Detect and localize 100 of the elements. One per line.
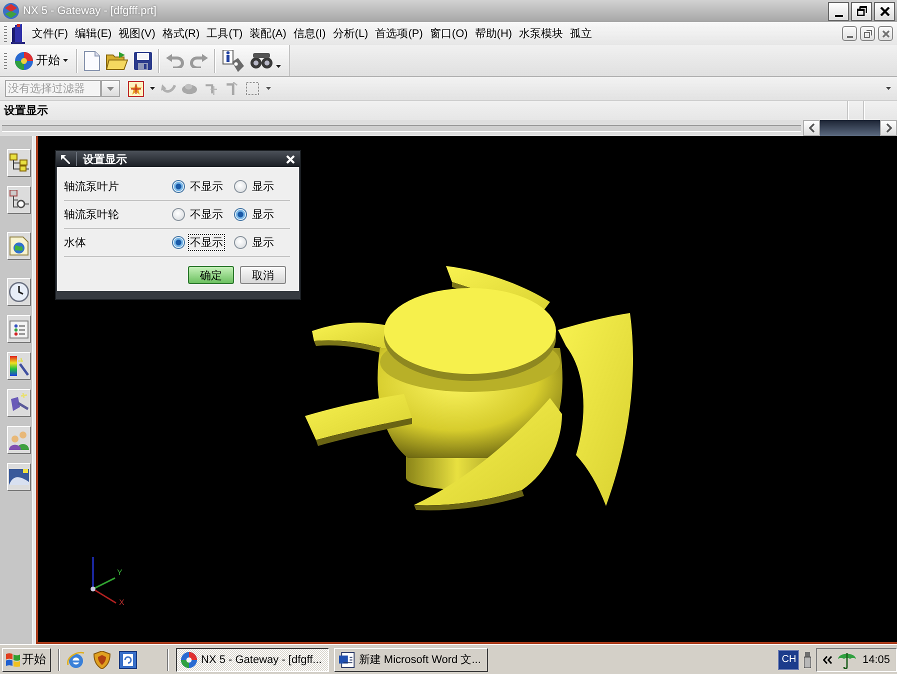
menu-item[interactable]: 首选项(P) (372, 24, 426, 43)
radio-button[interactable] (234, 208, 247, 221)
caret-icon (63, 59, 68, 62)
close-icon (882, 30, 890, 38)
menu-item[interactable]: 水泵模块 (516, 24, 566, 43)
close-button[interactable] (284, 152, 297, 166)
radio-button[interactable] (234, 236, 247, 249)
flag-icon (6, 652, 20, 666)
scroll-right-button[interactable] (880, 120, 897, 136)
menu-item[interactable]: 孤立 (567, 24, 596, 43)
taskbar-button[interactable]: NX 5 - Gateway - [dfgff... (176, 648, 329, 672)
resource-tab[interactable] (7, 352, 31, 380)
radio-button[interactable] (172, 236, 185, 249)
radio-button[interactable] (172, 180, 185, 193)
restore-icon (856, 6, 866, 16)
taskbar-button[interactable]: 新建 Microsoft Word 文... (334, 648, 488, 672)
option-label: 水体 (64, 236, 87, 250)
restore-button[interactable] (851, 2, 872, 20)
resource-tab[interactable] (7, 278, 31, 306)
radio-label[interactable]: 显示 (250, 178, 276, 195)
radio-button[interactable] (234, 180, 247, 193)
logo-icon (3, 3, 19, 19)
axis-label: Y (117, 568, 122, 577)
grip-handle[interactable] (4, 52, 7, 68)
device-icon[interactable] (804, 652, 812, 668)
resource-tab[interactable] (7, 149, 31, 177)
radio-label[interactable]: 不显示 (188, 206, 225, 223)
menu-item[interactable]: 视图(V) (116, 24, 158, 43)
caret-icon[interactable] (886, 87, 891, 90)
info-icon[interactable] (222, 50, 244, 72)
minimize-icon (834, 14, 842, 16)
document-globe-icon (9, 236, 29, 256)
option-label: 轴流泵叶片 (64, 180, 120, 194)
document-icon (338, 652, 355, 668)
minimize-icon (846, 36, 852, 38)
grip-handle[interactable] (4, 26, 7, 42)
window-icon[interactable] (119, 650, 137, 668)
caret-icon[interactable] (266, 87, 271, 90)
caret-icon[interactable] (150, 87, 155, 90)
tree-gear-icon (9, 190, 29, 210)
browser-icon[interactable] (67, 650, 85, 668)
resource-tab[interactable] (7, 389, 31, 417)
star-icon[interactable] (128, 80, 144, 96)
menu-item[interactable]: 窗口(O) (426, 24, 471, 43)
menu-item[interactable]: 装配(A) (246, 24, 290, 43)
menu-item[interactable]: 帮助(H) (472, 24, 516, 43)
minimize-button[interactable] (828, 2, 849, 20)
radio-label[interactable]: 不显示 (188, 234, 225, 251)
umbrella-icon[interactable] (838, 650, 856, 668)
dialog-button[interactable]: 取消 (240, 266, 286, 284)
close-icon (286, 154, 295, 164)
language-indicator[interactable]: CH (778, 650, 800, 670)
option-label: 轴流泵叶轮 (64, 208, 120, 222)
scroll-left-button[interactable] (803, 120, 820, 136)
start-button[interactable]: 开始 (13, 48, 70, 72)
menu-item[interactable]: 文件(F) (29, 24, 72, 43)
caret-icon[interactable] (276, 65, 281, 68)
logo-icon (11, 24, 25, 44)
close-icon (880, 6, 890, 16)
status-panel (820, 120, 880, 136)
radio-label[interactable]: 显示 (250, 206, 276, 223)
clock-text: 14:05 (862, 654, 890, 666)
menu-item[interactable]: 编辑(E) (72, 24, 115, 43)
double-chevron-icon[interactable] (823, 656, 832, 664)
resource-tab[interactable] (7, 315, 31, 343)
sphere-icon (181, 652, 197, 668)
resource-tab[interactable] (7, 186, 31, 214)
landscape-icon (9, 467, 29, 487)
close-button[interactable] (874, 2, 895, 20)
menu-item[interactable]: 信息(I) (290, 24, 329, 43)
start-button[interactable]: 开始 (2, 648, 51, 672)
menu-item[interactable]: 格式(R) (159, 24, 203, 43)
resource-tab[interactable] (7, 426, 31, 454)
new-document-icon[interactable] (84, 50, 100, 70)
dashed-rectangle-icon[interactable] (245, 82, 260, 95)
menu-item[interactable]: 分析(L) (330, 24, 372, 43)
window-title: NX 5 - Gateway - [dfgfff.prt] (23, 5, 158, 17)
dialog-button[interactable]: 确定 (188, 266, 234, 284)
color-gradient-icon (9, 356, 29, 376)
shield-icon[interactable] (93, 650, 111, 668)
folder-icon[interactable] (106, 52, 128, 70)
resource-tab[interactable] (7, 232, 31, 260)
checklist-icon (9, 319, 29, 339)
clock-icon (9, 282, 29, 302)
radio-label[interactable]: 显示 (250, 234, 276, 251)
chevron-right-icon (886, 123, 892, 133)
dropdown-arrow-button[interactable] (101, 80, 120, 97)
redo-icon[interactable] (190, 54, 208, 68)
resource-tab[interactable] (7, 463, 31, 491)
binoculars-icon[interactable] (250, 52, 274, 68)
radio-button[interactable] (172, 208, 185, 221)
undo-icon[interactable] (166, 54, 184, 68)
chevron-left-icon (808, 123, 814, 133)
dialog-title: 设置显示 (83, 152, 128, 166)
sphere-icon (15, 52, 33, 70)
people-icon (9, 430, 29, 450)
pin-icon[interactable] (61, 154, 70, 164)
tools-icon (9, 393, 29, 413)
menu-item[interactable]: 工具(T) (204, 24, 246, 43)
radio-label[interactable]: 不显示 (188, 178, 225, 195)
